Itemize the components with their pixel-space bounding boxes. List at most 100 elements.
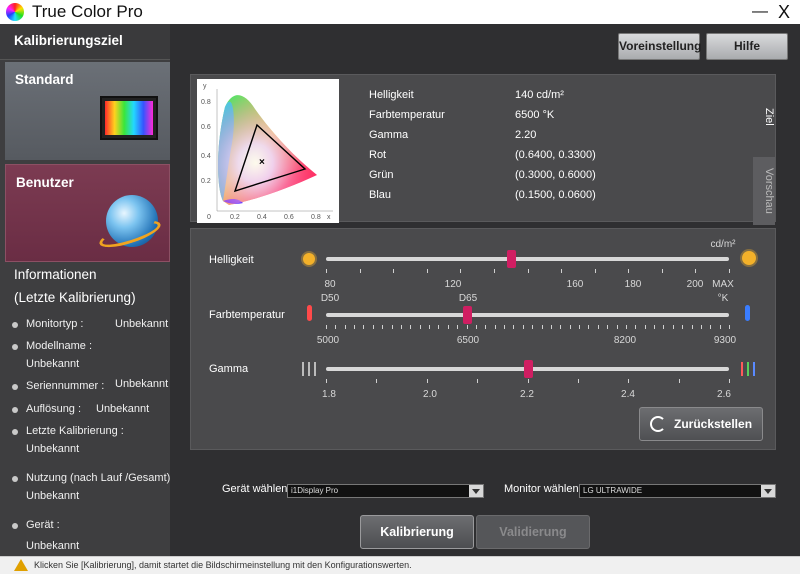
title-bar: True Color Pro — X — [0, 0, 800, 24]
slider-tick — [597, 325, 599, 329]
brightness-slider-track[interactable] — [326, 257, 729, 261]
status-text: Klicken Sie [Kalibrierung], damit starte… — [34, 560, 412, 570]
gamma-label: Gamma — [209, 363, 249, 375]
info-label: Nutzung (nach Lauf /Gesamt) : — [26, 472, 177, 484]
brightness-tick-label: MAX — [712, 279, 734, 290]
slider-tick — [695, 269, 697, 273]
reset-label: Zurückstellen — [674, 417, 753, 431]
gamma-high-icon — [741, 362, 755, 376]
slider-tick — [678, 379, 680, 383]
slider-tick — [729, 325, 730, 329]
monitor-select[interactable]: LG ULTRAWIDE — [579, 484, 776, 498]
temperature-slider-track[interactable] — [326, 313, 729, 317]
info-value: Unbekannt — [115, 318, 169, 330]
chevron-down-icon[interactable] — [761, 485, 775, 497]
slider-tick — [527, 379, 529, 383]
slider-tick — [410, 325, 412, 329]
tile-user[interactable]: Benutzer — [5, 164, 170, 262]
gamma-tick-label: 2.0 — [423, 389, 437, 400]
device-select[interactable]: i1Display Pro — [287, 484, 484, 498]
info-label: Auflösung : — [26, 403, 82, 415]
brightness-label: Helligkeit — [209, 254, 254, 266]
slider-tick — [354, 325, 356, 329]
tab-target[interactable]: Ziel — [753, 77, 775, 157]
slider-tick — [477, 379, 479, 383]
temp-tick-label: 5000 — [316, 335, 340, 346]
temp-tick-label: 9300 — [713, 335, 737, 346]
slider-tick — [326, 269, 327, 273]
slider-tick — [466, 325, 468, 329]
brightness-tick-label: 180 — [624, 279, 642, 290]
tile-standard-label: Standard — [15, 72, 74, 87]
slider-tick — [729, 379, 730, 383]
slider-tick — [682, 325, 684, 329]
slider-tick — [457, 325, 459, 329]
slider-tick — [628, 379, 630, 383]
gamma-low-icon — [302, 362, 316, 376]
tile-user-label: Benutzer — [16, 175, 74, 190]
slider-tick — [550, 325, 552, 329]
whitepoint-marker: × — [259, 157, 265, 168]
cie-x-tick: 0.8 — [311, 214, 321, 221]
chevron-down-icon[interactable] — [469, 485, 483, 497]
slider-tick — [494, 325, 496, 329]
brightness-slider-thumb[interactable] — [507, 250, 517, 268]
sidebar-header: Kalibrierungsziel — [0, 24, 170, 60]
slider-tick — [376, 379, 378, 383]
brightness-tick-label: 80 — [324, 279, 336, 290]
slider-tick — [579, 325, 581, 329]
temperature-label: Farbtemperatur — [209, 309, 285, 321]
info-subtitle: (Letzte Kalibrierung) — [14, 290, 136, 305]
gamma-tick-label: 2.4 — [621, 389, 635, 400]
slider-tick — [426, 379, 428, 383]
status-bar: Klicken Sie [Kalibrierung], damit starte… — [0, 556, 800, 574]
bullet-icon — [12, 407, 18, 413]
minimize-button[interactable]: — — [748, 0, 772, 24]
tab-preview[interactable]: Vorschau — [753, 157, 775, 225]
slider-tick — [326, 379, 327, 383]
help-button[interactable]: Hilfe — [706, 33, 788, 60]
slider-tick — [335, 325, 337, 329]
bullet-icon — [12, 344, 18, 350]
bullet-icon — [12, 429, 18, 435]
reset-button[interactable]: Zurückstellen — [639, 407, 763, 441]
validate-button[interactable]: Validierung — [476, 515, 590, 549]
reset-icon — [650, 416, 666, 432]
info-value: Unbekannt — [26, 490, 80, 502]
slider-tick — [391, 325, 393, 329]
slider-panel: Helligkeit cd/m² 80 120 160 180 200 MAX … — [190, 228, 776, 450]
thermometer-cool-icon — [745, 305, 750, 321]
info-value: Unbekannt — [115, 378, 169, 390]
slider-tick — [691, 325, 693, 329]
cie-y-tick: 0.2 — [201, 178, 211, 185]
temp-top-label: D65 — [458, 293, 478, 304]
cie-x-tick: 0.2 — [230, 214, 240, 221]
param-value: 6500 °K — [515, 109, 555, 121]
slider-tick — [522, 325, 524, 329]
slider-tick — [661, 269, 663, 273]
preset-button[interactable]: Voreinstellung — [618, 33, 701, 60]
slider-tick — [485, 325, 487, 329]
gamma-tick-label: 1.8 — [322, 389, 336, 400]
temperature-slider-thumb[interactable] — [463, 306, 473, 324]
close-button[interactable]: X — [772, 0, 796, 24]
slider-tick — [729, 269, 730, 273]
slider-tick — [569, 325, 571, 329]
info-value: Unbekannt — [26, 540, 80, 552]
target-panel: × y 0.8 0.6 0.4 0.2 0 0.2 0.4 0.6 0.8 x … — [190, 74, 776, 225]
cie-y-tick: 0.4 — [201, 153, 211, 160]
warning-icon — [14, 559, 28, 571]
slider-tick — [672, 325, 674, 329]
param-label: Helligkeit — [369, 89, 414, 101]
tile-standard[interactable]: Standard — [5, 62, 170, 160]
device-value: i1Display Pro — [291, 486, 339, 495]
slider-tick — [532, 325, 534, 329]
gamma-slider-thumb[interactable] — [523, 360, 533, 378]
thermometer-warm-icon — [307, 305, 312, 321]
slider-tick — [400, 325, 402, 329]
temp-top-label: D50 — [320, 293, 340, 304]
monitor-color-icon — [100, 96, 158, 140]
slider-tick — [438, 325, 440, 329]
calibrate-button[interactable]: Kalibrierung — [360, 515, 474, 549]
info-label: Modellname : — [26, 340, 93, 352]
